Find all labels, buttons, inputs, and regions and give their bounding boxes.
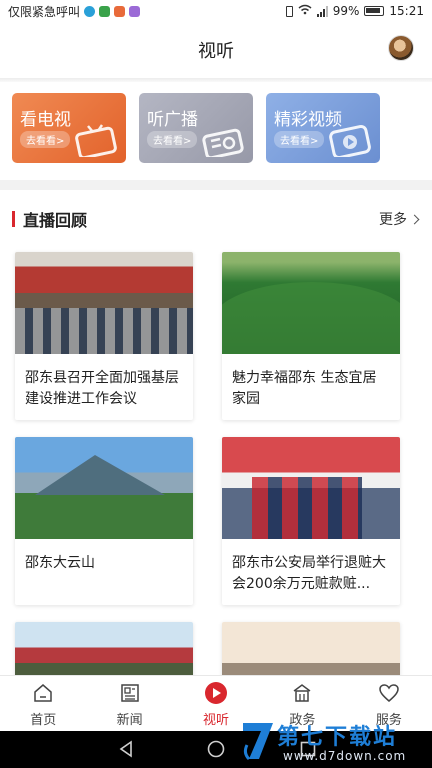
nav-home[interactable]: 首页 bbox=[0, 676, 86, 731]
heart-icon bbox=[379, 684, 399, 702]
screen: 仅限紧急呼叫 99% 15:21 视听 看电视 去看看> 听广播 去看看> 精彩… bbox=[0, 0, 432, 768]
section-title: 直播回顾 bbox=[23, 211, 88, 230]
replay-card[interactable]: 邵东市公安局举行退赃大会200余万元赃款赃... bbox=[222, 437, 400, 605]
carrier-text: 仅限紧急呼叫 bbox=[8, 4, 81, 19]
channel-sub-label: 去看看> bbox=[20, 131, 71, 148]
app-notification-icon bbox=[84, 5, 96, 17]
header-divider bbox=[0, 78, 432, 82]
channel-label: 听广播 bbox=[147, 110, 198, 130]
chevron-right-icon bbox=[409, 214, 420, 224]
channel-shortcuts: 看电视 去看看> 听广播 去看看> 精彩视频 去看看> bbox=[12, 93, 420, 163]
avatar[interactable] bbox=[388, 35, 414, 61]
more-link[interactable]: 更多 bbox=[379, 209, 420, 229]
video-icon bbox=[329, 124, 371, 157]
card-title: 邵东县召开全面加强基层建设推进工作会议 bbox=[25, 370, 179, 407]
news-icon bbox=[120, 684, 139, 702]
gallery-notification-icon bbox=[114, 5, 126, 17]
watermark-logo-icon bbox=[243, 723, 273, 761]
card-title: 魅力幸福邵东 生态宜居家园 bbox=[232, 370, 377, 407]
channel-label: 看电视 bbox=[20, 110, 71, 130]
home-circle-icon[interactable] bbox=[207, 740, 225, 758]
battery-percent: 99% bbox=[332, 4, 360, 18]
card-thumbnail bbox=[222, 437, 400, 539]
vibrate-icon bbox=[285, 5, 293, 17]
back-icon[interactable] bbox=[118, 740, 134, 758]
section-gap bbox=[0, 180, 432, 190]
card-thumbnail bbox=[15, 437, 193, 539]
card-title: 邵东市公安局举行退赃大会200余万元赃款赃... bbox=[232, 555, 386, 592]
signal-icon bbox=[316, 5, 328, 17]
radio-icon bbox=[202, 128, 244, 157]
play-icon bbox=[205, 682, 228, 704]
replay-card[interactable] bbox=[15, 622, 193, 682]
clock: 15:21 bbox=[389, 4, 424, 18]
status-left: 仅限紧急呼叫 bbox=[8, 3, 141, 20]
tv-icon bbox=[75, 124, 117, 157]
status-bar: 仅限紧急呼叫 99% 15:21 bbox=[0, 0, 432, 22]
replay-card[interactable]: 邵东大云山 bbox=[15, 437, 193, 605]
download-notification-icon bbox=[99, 5, 111, 17]
watermark: 第七下载站 www.d7down.com bbox=[233, 717, 428, 767]
nav-news[interactable]: 新闻 bbox=[86, 676, 172, 731]
battery-icon bbox=[364, 6, 385, 16]
channel-sub-label: 去看看> bbox=[147, 131, 198, 148]
home-icon bbox=[34, 684, 52, 702]
status-right: 99% 15:21 bbox=[285, 4, 424, 18]
government-icon bbox=[293, 684, 311, 702]
more-label: 更多 bbox=[379, 212, 407, 228]
page-title: 视听 bbox=[198, 41, 234, 62]
card-thumbnail bbox=[15, 622, 193, 682]
watermark-url: www.d7down.com bbox=[283, 749, 407, 763]
nav-label: 视听 bbox=[203, 713, 230, 728]
section-header: 直播回顾 更多 bbox=[0, 202, 432, 236]
video-channel-button[interactable]: 精彩视频 去看看> bbox=[266, 93, 380, 163]
replay-card[interactable]: 魅力幸福邵东 生态宜居家园 bbox=[222, 252, 400, 420]
replay-card[interactable] bbox=[222, 622, 400, 682]
card-title: 邵东大云山 bbox=[25, 555, 95, 571]
watermark-name: 第七下载站 bbox=[277, 725, 398, 750]
wifi-icon bbox=[298, 4, 312, 18]
nav-label: 首页 bbox=[30, 713, 57, 728]
message-notification-icon bbox=[129, 5, 141, 17]
app-header: 视听 bbox=[0, 22, 432, 78]
card-thumbnail bbox=[222, 252, 400, 354]
tv-channel-button[interactable]: 看电视 去看看> bbox=[12, 93, 126, 163]
card-thumbnail bbox=[15, 252, 193, 354]
channel-sub-label: 去看看> bbox=[274, 131, 325, 148]
radio-channel-button[interactable]: 听广播 去看看> bbox=[139, 93, 253, 163]
card-thumbnail bbox=[222, 622, 400, 682]
replay-grid: 邵东县召开全面加强基层建设推进工作会议 魅力幸福邵东 生态宜居家园 邵东大云山 … bbox=[15, 252, 401, 682]
section-accent-bar bbox=[12, 211, 15, 227]
replay-card[interactable]: 邵东县召开全面加强基层建设推进工作会议 bbox=[15, 252, 193, 420]
nav-label: 新闻 bbox=[116, 713, 143, 728]
